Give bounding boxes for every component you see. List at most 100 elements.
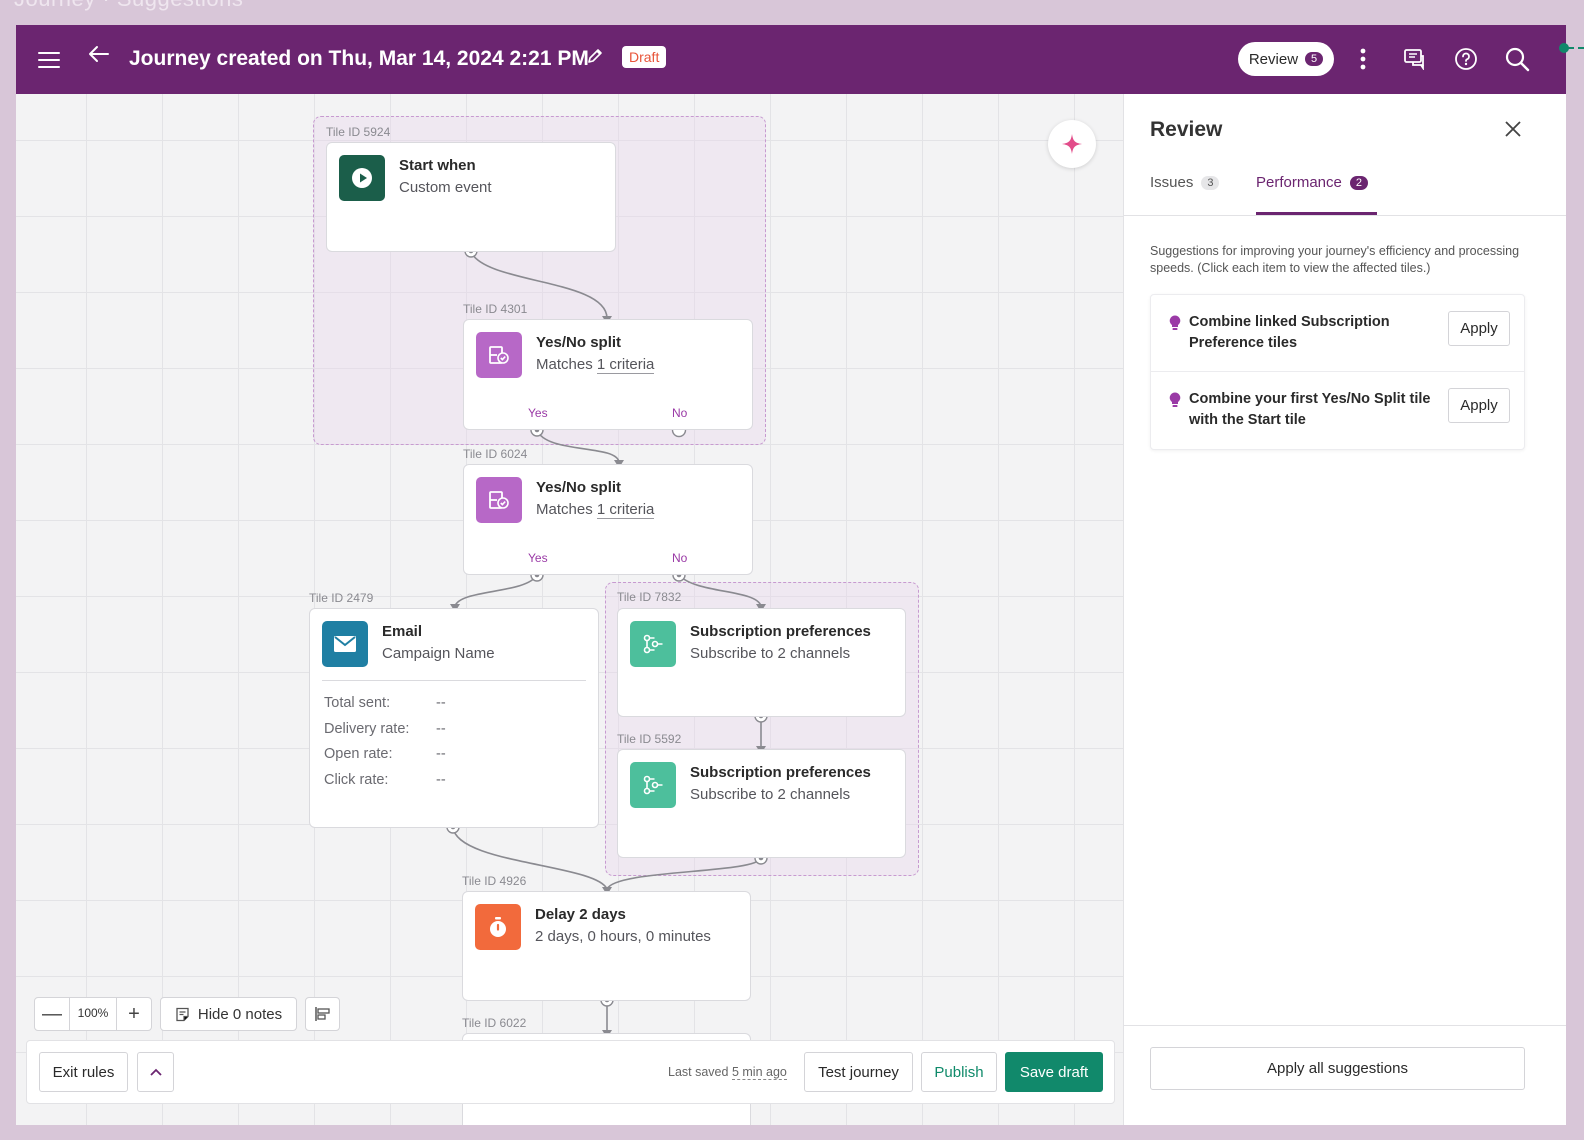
stat-value: -- <box>436 695 446 711</box>
tile-title: Email <box>382 623 423 640</box>
tile-id-label: Tile ID 6022 <box>462 1016 527 1030</box>
zoom-out-button[interactable]: — <box>35 1003 69 1026</box>
lightbulb-icon <box>1169 392 1181 407</box>
stat-label: Open rate: <box>324 746 393 762</box>
tab-label: Issues <box>1150 174 1194 191</box>
edit-title-pencil-icon[interactable] <box>586 47 604 70</box>
menu-icon[interactable] <box>38 47 60 71</box>
review-button[interactable]: Review 5 <box>1238 42 1334 76</box>
journey-title: Journey created on Thu, Mar 14, 2024 2:2… <box>129 47 589 70</box>
start-tile[interactable]: Start when Custom event <box>326 142 616 252</box>
tile-divider <box>322 680 586 681</box>
tile-title: Delay 2 days <box>535 906 626 923</box>
zoom-in-button[interactable]: + <box>117 1003 151 1026</box>
tabs-divider <box>1124 215 1566 216</box>
tile-title: Yes/No split <box>536 334 622 351</box>
background-title: Journey · Suggestions <box>14 0 243 12</box>
email-tile[interactable]: Email Campaign Name Total sent: -- Delive… <box>309 608 599 828</box>
auto-align-button[interactable] <box>305 997 340 1031</box>
align-left-icon <box>314 1007 330 1021</box>
apply-suggestion-button[interactable]: Apply <box>1448 311 1510 346</box>
subscription-icon <box>630 621 676 667</box>
subscription-icon <box>630 762 676 808</box>
tile-subtitle: Custom event <box>399 179 492 196</box>
tile-id-label: Tile ID 7832 <box>617 590 682 604</box>
yes-branch-label: Yes <box>528 551 548 565</box>
panel-title: Review <box>1150 118 1223 141</box>
yes-no-split-tile[interactable]: Yes/No split Matches 1 criteria Yes No <box>463 319 753 430</box>
suggestion-item[interactable]: Combine linked Subscription Preference t… <box>1151 295 1524 372</box>
stat-row: Open rate: -- <box>324 746 446 772</box>
criteria-prefix: Matches <box>536 501 597 518</box>
tile-id-label: Tile ID 4301 <box>463 302 528 316</box>
more-options-kebab-icon[interactable] <box>1348 44 1378 74</box>
sparkle-icon <box>1062 134 1082 154</box>
hide-notes-button[interactable]: Hide 0 notes <box>160 997 297 1031</box>
suggestion-text: Combine your first Yes/No Split tile wit… <box>1189 391 1431 428</box>
review-count-badge: 5 <box>1305 52 1324 66</box>
last-saved-text: Last saved 5 min ago <box>668 1065 787 1080</box>
delay-tile[interactable]: Delay 2 days 2 days, 0 hours, 0 minutes <box>462 891 751 1001</box>
journey-app: Journey created on Thu, Mar 14, 2024 2:2… <box>16 25 1566 1125</box>
zoom-level: 100% <box>69 997 117 1031</box>
help-question-icon[interactable] <box>1451 44 1481 74</box>
tile-id-label: Tile ID 2479 <box>309 591 374 605</box>
journey-canvas[interactable]: Tile ID 5924 Start when Custom event Til… <box>16 94 1123 1125</box>
tile-subtitle: Subscribe to 2 channels <box>690 786 851 803</box>
tile-title: Subscription preferences <box>690 623 871 640</box>
stat-label: Delivery rate: <box>324 720 410 737</box>
tile-id-label: Tile ID 4926 <box>462 874 527 888</box>
tile-title: Subscription preferences <box>690 764 871 781</box>
stat-row: Click rate: -- <box>324 772 446 798</box>
email-stats: Total sent: -- Delivery rate: -- Open rate… <box>324 695 446 797</box>
exit-rules-button[interactable]: Exit rules <box>39 1052 128 1092</box>
close-icon[interactable] <box>1500 116 1526 142</box>
subscription-preferences-tile[interactable]: Subscription preferences Subscribe to 2 … <box>617 749 906 858</box>
criteria-link[interactable]: 1 criteria <box>596 356 655 374</box>
chevron-up-icon <box>149 1068 162 1076</box>
tile-subtitle: 2 days, 0 hours, 0 minutes <box>535 928 711 945</box>
back-arrow-icon[interactable] <box>88 43 110 72</box>
no-branch-label: No <box>672 551 688 565</box>
search-icon[interactable] <box>1502 44 1532 74</box>
panel-description: Suggestions for improving your journey's… <box>1150 244 1520 275</box>
lightbulb-icon <box>1169 315 1181 330</box>
top-bar: Journey created on Thu, Mar 14, 2024 2:2… <box>16 25 1566 94</box>
play-icon <box>339 155 385 201</box>
stat-row: Delivery rate: -- <box>324 721 446 747</box>
tab-issues[interactable]: Issues 3 <box>1150 174 1220 191</box>
stat-row: Total sent: -- <box>324 695 446 721</box>
footer-action-bar: Exit rules Last saved 5 min ago Test jou… <box>26 1040 1115 1104</box>
review-label: Review <box>1248 50 1299 68</box>
no-branch-label: No <box>672 406 688 420</box>
tile-id-label: Tile ID 5924 <box>326 125 391 139</box>
stopwatch-icon <box>475 904 521 950</box>
save-draft-button[interactable]: Save draft <box>1005 1052 1103 1092</box>
expand-button[interactable] <box>137 1052 174 1092</box>
tile-title: Start when <box>399 157 476 174</box>
tile-id-label: Tile ID 6024 <box>463 447 528 461</box>
tile-title: Yes/No split <box>536 479 622 496</box>
apply-all-suggestions-button[interactable]: Apply all suggestions <box>1150 1047 1525 1090</box>
last-saved-ago: 5 min ago <box>731 1065 787 1080</box>
tab-count-badge: 3 <box>1201 175 1220 190</box>
criteria-link[interactable]: 1 criteria <box>596 501 655 519</box>
stat-value: -- <box>436 720 446 737</box>
yes-no-split-tile[interactable]: Yes/No split Matches 1 criteria Yes No <box>463 464 753 575</box>
suggestion-item[interactable]: Combine your first Yes/No Split tile wit… <box>1151 372 1524 449</box>
subscription-preferences-tile[interactable]: Subscription preferences Subscribe to 2 … <box>617 608 906 717</box>
ai-assistant-sparkle-button[interactable] <box>1048 120 1096 168</box>
tab-label: Performance <box>1256 174 1342 191</box>
publish-button[interactable]: Publish <box>921 1052 997 1092</box>
suggestions-list: Combine linked Subscription Preference t… <box>1150 294 1525 450</box>
tile-subtitle: Campaign Name <box>382 645 495 662</box>
tile-subtitle: Matches 1 criteria <box>536 356 655 374</box>
apply-suggestion-button[interactable]: Apply <box>1448 388 1510 423</box>
tile-subtitle: Subscribe to 2 channels <box>690 645 851 662</box>
hide-notes-label: Hide 0 notes <box>197 1005 283 1023</box>
comments-icon[interactable] <box>1400 44 1430 74</box>
zoom-control: — 100% + <box>34 997 152 1031</box>
test-journey-button[interactable]: Test journey <box>804 1052 913 1092</box>
tab-performance[interactable]: Performance 2 <box>1256 174 1368 191</box>
draft-status-badge: Draft <box>622 46 667 68</box>
